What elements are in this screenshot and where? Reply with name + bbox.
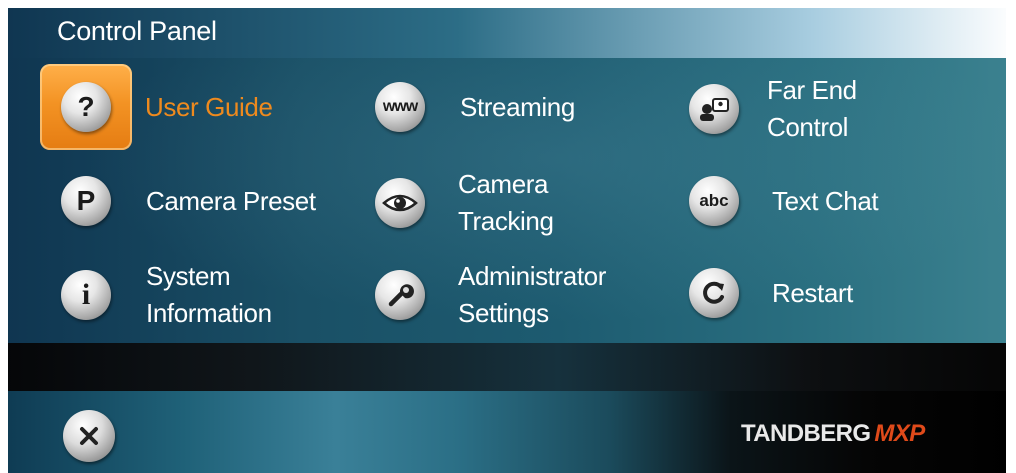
right-border [1006,0,1016,473]
info-icon: i [61,270,111,320]
menu-item-label-group: Administrator Settings [458,258,606,332]
menu-item-text-chat[interactable]: abc Text Chat [689,176,879,226]
menu-item-label-group: Camera Tracking [458,166,554,240]
question-icon: ? [61,82,111,132]
menu-item-far-end-control[interactable]: Far End Control [689,72,857,146]
menu-item-label-line2: Tracking [458,206,554,236]
control-panel: Control Panel ? User Guide www Streaming… [0,0,1016,473]
menu-item-label-line1: System [146,261,231,291]
menu-item-label-group: System Information [146,258,272,332]
eye-icon [375,178,425,228]
menu-item-camera-tracking[interactable]: Camera Tracking [375,166,554,240]
menu-item-restart[interactable]: Restart [689,268,853,318]
brand-suffix: MXP [874,420,925,447]
preset-p-icon: P [61,176,111,226]
menu-item-label: Streaming [460,91,575,122]
menu-item-label-line1: Administrator [458,261,606,291]
menu-item-label: User Guide [145,91,273,122]
top-border [0,0,1016,8]
menu-item-user-guide[interactable]: ? User Guide [61,82,273,132]
menu-item-camera-preset[interactable]: P Camera Preset [61,176,316,226]
menu-item-label-line2: Information [146,298,272,328]
brand-name: TANDBERG [741,420,871,447]
menu-item-administrator-settings[interactable]: Administrator Settings [375,258,606,332]
menu-item-label: Camera Preset [146,185,316,216]
brand-logo: TANDBERG MXP [741,420,925,448]
restart-icon [689,268,739,318]
menu-item-label: Restart [772,277,854,308]
menu-item-label-group: Far End Control [767,72,857,146]
close-icon [80,427,98,445]
left-border [0,0,8,473]
menu-item-system-information[interactable]: i System Information [61,258,272,332]
menu-item-streaming[interactable]: www Streaming [375,82,575,132]
menu-item-label-line1: Camera [458,169,549,199]
menu-item-label-line2: Settings [458,298,549,328]
page-title: Control Panel [57,16,217,46]
far-end-camera-icon [689,84,739,134]
menu-item-label-line2: Control [767,112,849,142]
abc-icon: abc [689,176,739,226]
close-button[interactable] [63,410,115,462]
wrench-icon [375,270,425,320]
divider-band [0,343,1016,391]
menu-item-label-line1: Far End [767,75,857,105]
menu-item-label: Text Chat [772,185,879,216]
www-icon: www [375,82,425,132]
